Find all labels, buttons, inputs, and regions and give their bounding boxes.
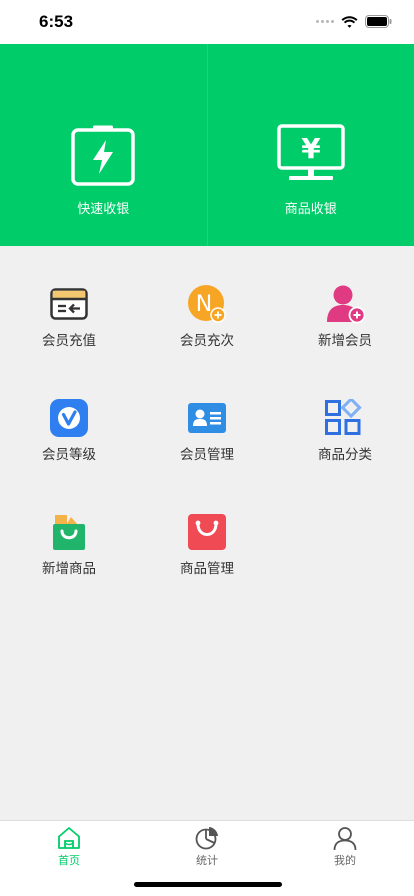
grid-item-member-management[interactable]: 会员管理 <box>138 360 276 474</box>
statistics-icon <box>195 827 218 850</box>
status-icons <box>316 15 392 28</box>
grid-item-label: 会员管理 <box>180 447 234 463</box>
grid-item-goods-category[interactable]: 商品分类 <box>276 360 414 474</box>
quick-checkout-button[interactable]: 快速收银 <box>0 44 207 246</box>
tab-label: 我的 <box>334 854 356 867</box>
grid-item-label: 商品管理 <box>180 561 234 577</box>
goods-manage-icon <box>187 512 227 552</box>
wifi-icon <box>341 15 358 28</box>
grid-item-member-recharge[interactable]: 会员充值 <box>0 246 138 360</box>
grid-item-label: 新增会员 <box>318 333 372 349</box>
grid-item-label: 会员充值 <box>42 333 96 349</box>
goods-checkout-icon: ¥ <box>277 124 345 180</box>
grid-item-goods-management[interactable]: 商品管理 <box>138 474 276 588</box>
member-level-icon <box>49 398 89 438</box>
quick-checkout-label: 快速收银 <box>77 202 130 217</box>
card-recharge-icon <box>49 284 89 324</box>
add-goods-icon <box>49 512 89 552</box>
profile-icon <box>333 827 357 851</box>
grid-item-add-goods[interactable]: 新增商品 <box>0 474 138 588</box>
grid-item-label: 商品分类 <box>318 447 372 463</box>
grid-item-label: 会员充次 <box>180 333 234 349</box>
yen-glyph: ¥ <box>301 132 321 165</box>
status-bar: 6:53 <box>0 0 414 44</box>
cellular-signal-icon <box>316 20 334 23</box>
battery-icon <box>365 15 392 28</box>
tab-home[interactable]: 首页 <box>0 821 138 896</box>
grid-item-member-level[interactable]: 会员等级 <box>0 360 138 474</box>
count-glyph: N <box>196 292 212 317</box>
grid-item-member-count-recharge[interactable]: N 会员充次 <box>138 246 276 360</box>
tab-label: 统计 <box>196 854 218 867</box>
count-recharge-icon: N <box>187 284 227 324</box>
grid-item-add-member[interactable]: 新增会员 <box>276 246 414 360</box>
status-time: 6:53 <box>39 12 74 31</box>
tab-profile[interactable]: 我的 <box>276 821 414 896</box>
home-icon <box>58 827 80 849</box>
grid-item-label: 会员等级 <box>42 447 96 463</box>
tab-label: 首页 <box>58 854 80 867</box>
category-icon <box>325 398 365 438</box>
grid-item-label: 新增商品 <box>42 561 96 577</box>
add-member-icon <box>325 284 365 324</box>
member-card-icon <box>187 398 227 438</box>
header-actions: 快速收银 ¥ 商品收银 <box>0 44 414 246</box>
quick-checkout-icon <box>71 125 135 186</box>
goods-checkout-label: 商品收银 <box>284 202 337 217</box>
home-indicator <box>134 882 282 887</box>
goods-checkout-button[interactable]: ¥ 商品收银 <box>206 44 414 246</box>
function-grid: 会员充值 N 会员充次 新增会员 会员等级 会员管理 商品分类 新增商品 商品管… <box>0 246 414 588</box>
